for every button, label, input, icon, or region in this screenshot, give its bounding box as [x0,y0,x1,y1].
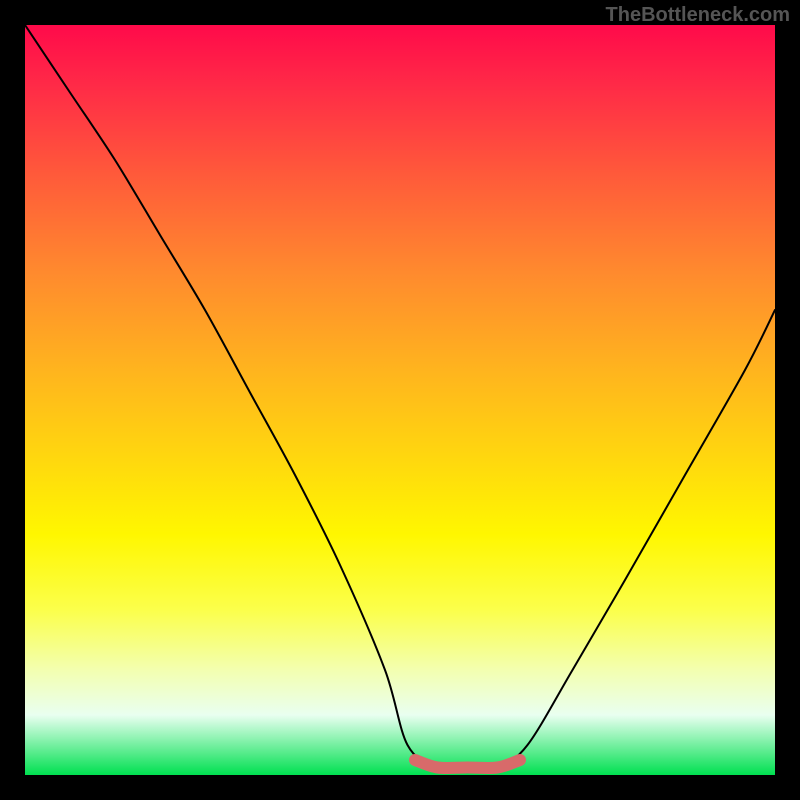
watermark-text: TheBottleneck.com [606,4,790,27]
plot-area [25,25,775,775]
optimal-range-highlight [415,760,520,768]
chart-frame: TheBottleneck.com [0,0,800,800]
bottleneck-curve-path [25,25,775,769]
bottleneck-curve-svg [25,25,775,775]
